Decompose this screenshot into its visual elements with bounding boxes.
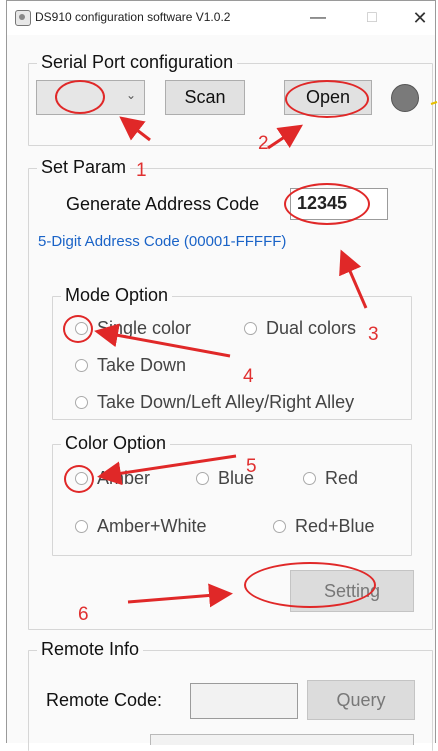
mode-option-group-label: Mode Option xyxy=(61,285,173,306)
annotation-oval-single-color xyxy=(63,315,93,343)
chevron-down-icon: ⌄ xyxy=(125,88,136,102)
annotation-oval-open xyxy=(285,80,369,118)
radio-amber-white[interactable]: Amber+White xyxy=(75,516,207,537)
radio-label: Single color xyxy=(97,318,192,338)
set-param-group-label: Set Param xyxy=(37,157,131,178)
radio-circle-icon xyxy=(75,396,88,409)
radio-circle-icon xyxy=(75,520,88,533)
remote-code-label: Remote Code: xyxy=(46,690,163,710)
radio-label: Red+Blue xyxy=(295,516,375,536)
color-option-group-label: Color Option xyxy=(61,433,171,454)
annotation-oval-setting xyxy=(244,562,376,608)
radio-dual-colors[interactable]: Dual colors xyxy=(244,318,356,339)
radio-red-blue[interactable]: Red+Blue xyxy=(273,516,375,537)
maximize-button[interactable]: □ xyxy=(355,5,389,31)
annotation-oval-amber xyxy=(64,465,94,493)
radio-label: Dual colors xyxy=(266,318,357,338)
radio-label: Take Down xyxy=(97,355,187,375)
radio-label: Red xyxy=(325,468,359,488)
address-code-hint: 5-Digit Address Code (00001-FFFFF) xyxy=(38,233,287,250)
annotation-number-4: 4 xyxy=(243,366,254,387)
radio-label: Take Down/Left Alley/Right Alley xyxy=(97,392,355,412)
radio-label: Amber+White xyxy=(97,516,207,536)
color-option-group: Color Option xyxy=(52,433,412,556)
annotation-oval-address xyxy=(284,183,370,225)
annotation-number-2: 2 xyxy=(258,133,269,154)
radio-circle-icon xyxy=(273,520,286,533)
serial-port-group-label: Serial Port configuration xyxy=(37,52,238,73)
address-code-label: Generate Address Code xyxy=(66,194,260,214)
query-button[interactable]: Query xyxy=(307,680,415,720)
remote-info-group-label: Remote Info xyxy=(37,639,144,660)
minimize-button[interactable]: — xyxy=(301,5,335,31)
title-bar: DS910 configuration software V1.0.2 — □ … xyxy=(7,1,435,35)
scan-button[interactable]: Scan xyxy=(165,80,245,115)
annotation-oval-port xyxy=(55,80,105,114)
radio-take-down[interactable]: Take Down xyxy=(75,355,186,376)
annotation-number-5: 5 xyxy=(246,456,257,477)
window-title: DS910 configuration software V1.0.2 xyxy=(35,10,231,24)
radio-red[interactable]: Red xyxy=(303,468,358,489)
close-button[interactable]: ✕ xyxy=(403,5,437,31)
app-icon xyxy=(15,10,31,26)
annotation-number-1: 1 xyxy=(136,160,147,181)
radio-circle-icon xyxy=(196,472,209,485)
radio-circle-icon xyxy=(303,472,316,485)
radio-label: Amber xyxy=(97,468,151,488)
remote-extra-field[interactable] xyxy=(150,734,414,745)
annotation-number-3: 3 xyxy=(368,324,379,345)
connection-status-indicator xyxy=(391,84,419,112)
radio-circle-icon xyxy=(75,359,88,372)
radio-take-down-alley[interactable]: Take Down/Left Alley/Right Alley xyxy=(75,392,354,413)
remote-code-input[interactable] xyxy=(190,683,298,719)
annotation-number-6: 6 xyxy=(78,604,89,625)
radio-circle-icon xyxy=(244,322,257,335)
